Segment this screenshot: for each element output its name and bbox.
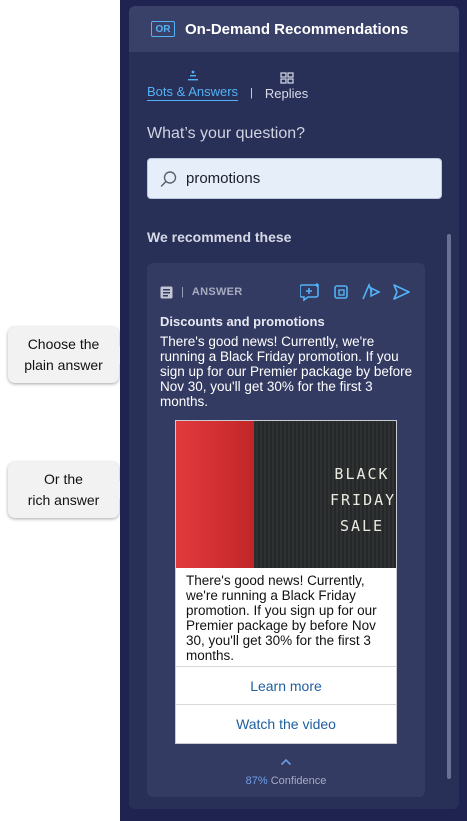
panel-header: OR On-Demand Recommendations bbox=[129, 6, 459, 52]
learn-more-button[interactable]: Learn more bbox=[176, 666, 396, 704]
or-logo-icon: OR bbox=[151, 21, 175, 37]
tab-label: Replies bbox=[264, 86, 309, 101]
tab-separator: | bbox=[250, 87, 253, 99]
section-title: We recommend these bbox=[147, 229, 292, 245]
scrollbar-thumb[interactable] bbox=[447, 234, 451, 779]
image-sign-line: SALE bbox=[339, 517, 385, 535]
image-sign-text: BLACK FRIDAY SALE bbox=[330, 461, 394, 539]
bot-icon bbox=[187, 70, 198, 81]
insert-rich-icon[interactable] bbox=[360, 282, 382, 302]
question-label: What’s your question? bbox=[147, 125, 306, 142]
rich-answer-text: There's good news! Currently, we're runn… bbox=[186, 573, 377, 663]
recommendations-panel: OR On-Demand Recommendations Bots & Answ… bbox=[120, 0, 467, 821]
image-letter-board: BLACK FRIDAY SALE bbox=[256, 421, 396, 568]
document-icon bbox=[160, 286, 173, 298]
card-separator: | bbox=[181, 286, 184, 298]
search-icon bbox=[160, 170, 177, 187]
callout-line: rich answer bbox=[27, 492, 100, 508]
answer-card: | ANSWER Discounts and promotions There'… bbox=[147, 263, 425, 797]
tab-label: Bots & Answers bbox=[147, 84, 239, 101]
scrollbar-track[interactable] bbox=[447, 234, 451, 779]
card-header: | ANSWER bbox=[160, 282, 412, 302]
black-friday-image: BLACK FRIDAY SALE bbox=[176, 421, 396, 568]
confidence-indicator: 87% Confidence bbox=[147, 775, 425, 787]
send-icon[interactable] bbox=[390, 282, 412, 302]
rich-answer[interactable]: BLACK FRIDAY SALE There's good news! Cur… bbox=[175, 420, 397, 744]
callout-rich-answer: Or the rich answer bbox=[8, 462, 132, 518]
panel-content: OR On-Demand Recommendations Bots & Answ… bbox=[129, 6, 459, 809]
copy-icon[interactable] bbox=[330, 282, 352, 302]
panel-title: On-Demand Recommendations bbox=[185, 20, 409, 38]
confidence-percent: 87% bbox=[245, 775, 268, 787]
callout-plain-answer: Choose the plain answer bbox=[8, 327, 132, 383]
tab-bots-answers[interactable]: Bots & Answers bbox=[147, 68, 239, 101]
confidence-label: Confidence bbox=[270, 775, 327, 787]
tab-bar: Bots & Answers | Replies bbox=[147, 68, 308, 101]
image-red-shade bbox=[176, 421, 254, 568]
callout-line: plain answer bbox=[24, 357, 103, 373]
card-actions bbox=[292, 282, 412, 302]
replies-icon bbox=[279, 72, 294, 84]
tab-replies[interactable]: Replies bbox=[265, 70, 308, 101]
search-box[interactable] bbox=[147, 158, 442, 199]
answer-title: Discounts and promotions bbox=[160, 314, 325, 329]
callout-line: Or the bbox=[44, 471, 83, 487]
search-input[interactable] bbox=[186, 170, 426, 187]
callout-line: Choose the bbox=[27, 336, 100, 352]
add-to-chat-icon[interactable] bbox=[300, 282, 322, 302]
chevron-up-icon[interactable] bbox=[279, 757, 293, 767]
image-sign-line: FRIDAY bbox=[330, 491, 396, 509]
image-sign-line: BLACK bbox=[334, 465, 390, 483]
plain-answer-text[interactable]: There's good news! Currently, we're runn… bbox=[160, 334, 418, 409]
card-type-label: ANSWER bbox=[191, 286, 243, 298]
watch-video-button[interactable]: Watch the video bbox=[176, 704, 396, 742]
page-margin: Choose the plain answer Or the rich answ… bbox=[0, 0, 132, 821]
